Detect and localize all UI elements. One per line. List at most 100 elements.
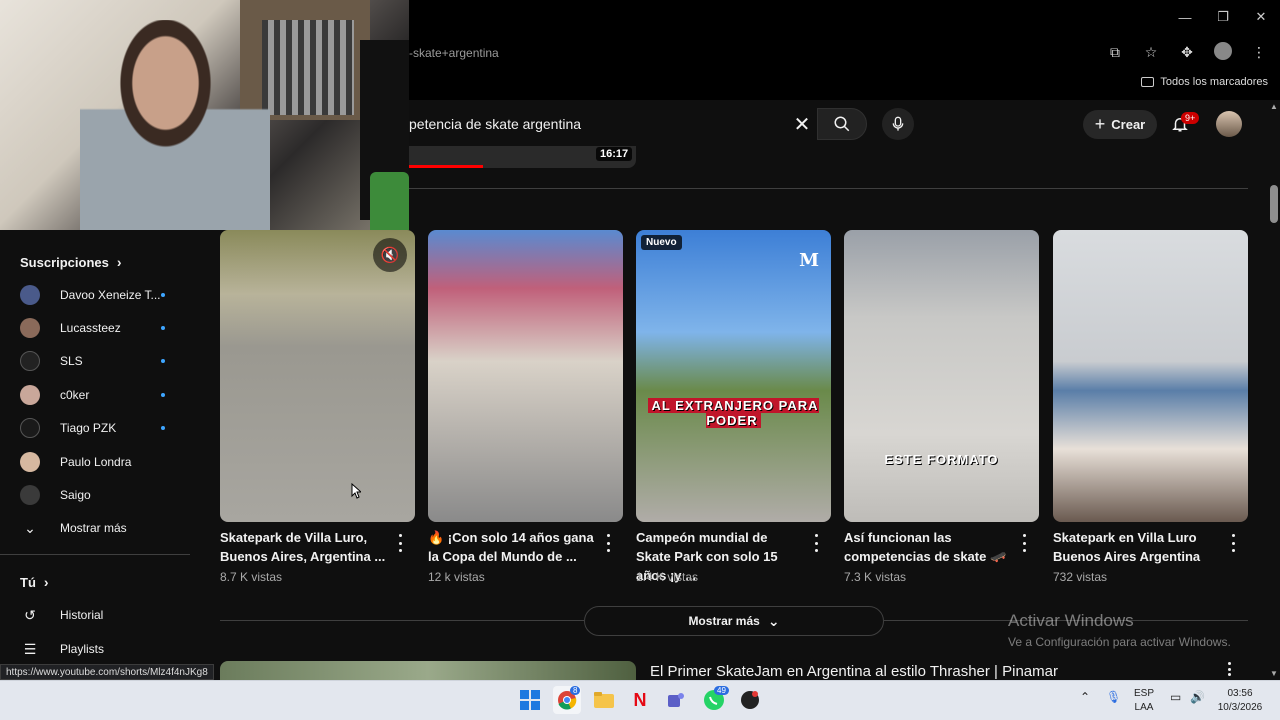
subscriptions-header[interactable]: Suscripciones › <box>20 254 122 270</box>
bookmark-star-icon[interactable]: ☆ <box>1140 44 1162 61</box>
extensions-icon[interactable]: ✥ <box>1176 44 1198 61</box>
short-views: 1.4 K vistas <box>636 570 699 584</box>
video-caption: AL EXTRANJERO PARA PODER <box>644 398 823 428</box>
minimize-icon[interactable]: — <box>1166 0 1204 34</box>
sidebar-item-subscription[interactable]: Tiago PZK <box>0 411 190 445</box>
sidebar-item-subscription[interactable]: Davoo Xeneize T... <box>0 278 190 312</box>
search-icon <box>834 116 850 132</box>
channel-avatar <box>20 485 40 505</box>
search-button[interactable] <box>817 108 867 140</box>
video-thumbnail[interactable] <box>220 661 636 680</box>
short-title[interactable]: Así funcionan las competencias de skate … <box>844 528 1012 566</box>
chevron-right-icon: › <box>43 574 49 590</box>
short-thumbnail[interactable]: ESTE FORMATO <box>844 230 1039 522</box>
short-thumbnail[interactable]: Nuevo M AL EXTRANJERO PARA PODER <box>636 230 831 522</box>
show-more-label: Mostrar más <box>60 521 127 535</box>
short-title[interactable]: Skatepark de Villa Luro, Buenos Aires, A… <box>220 528 388 566</box>
mouse-cursor-icon <box>351 483 361 499</box>
sidebar-item-subscription[interactable]: c0ker <box>0 378 190 412</box>
network-icon[interactable]: ▭ <box>1170 690 1181 704</box>
create-button[interactable]: + Crear <box>1083 110 1157 139</box>
short-thumbnail[interactable] <box>1053 230 1248 522</box>
sidebar-item-history[interactable]: ↺ Historial <box>0 598 190 632</box>
microphone-icon <box>892 116 904 131</box>
close-window-icon[interactable]: ✕ <box>1242 0 1280 34</box>
microphone-tray-icon[interactable]: 🎙 <box>1106 690 1121 704</box>
short-title[interactable]: 🔥 ¡Con solo 14 años gana la Copa del Mun… <box>428 528 596 566</box>
volume-icon[interactable]: 🔊 <box>1190 690 1205 704</box>
search-input[interactable]: petencia de skate argentina <box>409 108 817 140</box>
new-content-dot <box>161 293 165 297</box>
short-thumbnail[interactable]: 🔇 <box>220 230 415 522</box>
sidebar-item-subscription[interactable]: Paulo Londra <box>0 445 190 479</box>
webcam-overlay <box>0 0 409 230</box>
channel-avatar <box>20 452 40 472</box>
install-app-icon[interactable]: ⧉ <box>1104 44 1126 61</box>
clock[interactable]: 03:56 10/3/2026 <box>1214 687 1266 715</box>
file-explorer-icon[interactable] <box>590 686 618 714</box>
user-avatar[interactable] <box>1216 111 1242 137</box>
sidebar-item-playlists[interactable]: ☰ Playlists <box>0 632 190 666</box>
mute-icon[interactable]: 🔇 <box>373 238 407 272</box>
sidebar-item-subscription[interactable]: Lucassteez <box>0 311 190 345</box>
chevron-down-icon: ⌄ <box>24 519 36 536</box>
watch-progress-bar <box>409 165 483 168</box>
app-icon[interactable] <box>736 686 764 714</box>
scroll-down-icon[interactable]: ▼ <box>1270 669 1278 678</box>
channel-name: c0ker <box>60 388 90 402</box>
watermark-line1: Activar Windows <box>1008 611 1134 630</box>
short-views: 732 vistas <box>1053 570 1108 584</box>
windows-start-icon[interactable] <box>516 686 544 714</box>
sidebar-item-subscription[interactable]: Saigo <box>0 478 190 512</box>
all-bookmarks[interactable]: Todos los marcadores <box>1141 76 1268 88</box>
channel-name: Davoo Xeneize T... <box>60 288 161 302</box>
more-options-icon[interactable] <box>1020 534 1028 552</box>
more-options-icon[interactable] <box>812 534 820 552</box>
screen: — ❐ ✕ -skate+argentina ⧉ ☆ ✥ ⋮ Todos los… <box>0 0 1280 720</box>
short-card[interactable]: ESTE FORMATO Así funcionan las competenc… <box>844 230 1039 584</box>
more-options-icon[interactable] <box>1228 662 1232 676</box>
windows-activation-watermark: Activar Windows Ve a Configuración para … <box>1008 611 1231 649</box>
teams-icon[interactable] <box>662 686 690 714</box>
browser-menu-icon[interactable]: ⋮ <box>1248 44 1270 61</box>
you-title: Tú <box>20 574 36 590</box>
clear-search-icon[interactable]: ✕ <box>786 108 818 140</box>
short-card[interactable]: Skatepark en Villa Luro Buenos Aires Arg… <box>1053 230 1248 584</box>
short-card[interactable]: Nuevo M AL EXTRANJERO PARA PODER Campeón… <box>636 230 831 584</box>
date-label: 10/3/2026 <box>1217 702 1263 713</box>
short-views: 12 k vistas <box>428 570 485 584</box>
channel-name: Tiago PZK <box>60 421 117 435</box>
scrollbar-thumb[interactable] <box>1270 185 1278 223</box>
short-card[interactable]: 🔇 Skatepark de Villa Luro, Buenos Aires,… <box>220 230 415 584</box>
voice-search-button[interactable] <box>882 108 914 140</box>
scroll-up-icon[interactable]: ▲ <box>1270 102 1278 111</box>
show-more-button[interactable]: Mostrar más ⌄ <box>584 606 884 636</box>
more-options-icon[interactable] <box>396 534 404 552</box>
sidebar-item-subscription[interactable]: SLS <box>0 344 190 378</box>
restore-icon[interactable]: ❐ <box>1204 0 1242 34</box>
divider-left <box>220 620 584 621</box>
video-title[interactable]: El Primer SkateJam en Argentina al estil… <box>650 663 1058 680</box>
new-content-dot <box>161 359 165 363</box>
short-title[interactable]: Skatepark en Villa Luro Buenos Aires Arg… <box>1053 528 1221 566</box>
window-controls: — ❐ ✕ <box>1166 0 1280 34</box>
short-card[interactable]: 🔥 ¡Con solo 14 años gana la Copa del Mun… <box>428 230 623 584</box>
history-icon: ↺ <box>24 606 36 623</box>
address-bar-text[interactable]: -skate+argentina <box>409 46 499 60</box>
you-header[interactable]: Tú › <box>20 574 49 590</box>
sidebar: Suscripciones › Davoo Xeneize T... Lucas… <box>0 230 200 680</box>
channel-avatar <box>20 418 40 438</box>
chevron-right-icon: › <box>116 254 122 270</box>
netflix-icon[interactable]: N <box>626 686 654 714</box>
more-options-icon[interactable] <box>1229 534 1237 552</box>
more-options-icon[interactable] <box>604 534 612 552</box>
profile-avatar[interactable] <box>1212 42 1234 63</box>
chevron-up-icon[interactable]: ⌃ <box>1080 690 1090 704</box>
chevron-down-icon: ⌄ <box>767 612 780 629</box>
video-caption: ESTE FORMATO <box>884 452 999 467</box>
notifications-badge: 9+ <box>1181 112 1200 124</box>
short-thumbnail[interactable] <box>428 230 623 522</box>
all-bookmarks-label: Todos los marcadores <box>1160 76 1268 88</box>
input-language[interactable]: ESP LAA <box>1134 687 1154 715</box>
sidebar-show-more[interactable]: ⌄ Mostrar más <box>0 511 190 545</box>
